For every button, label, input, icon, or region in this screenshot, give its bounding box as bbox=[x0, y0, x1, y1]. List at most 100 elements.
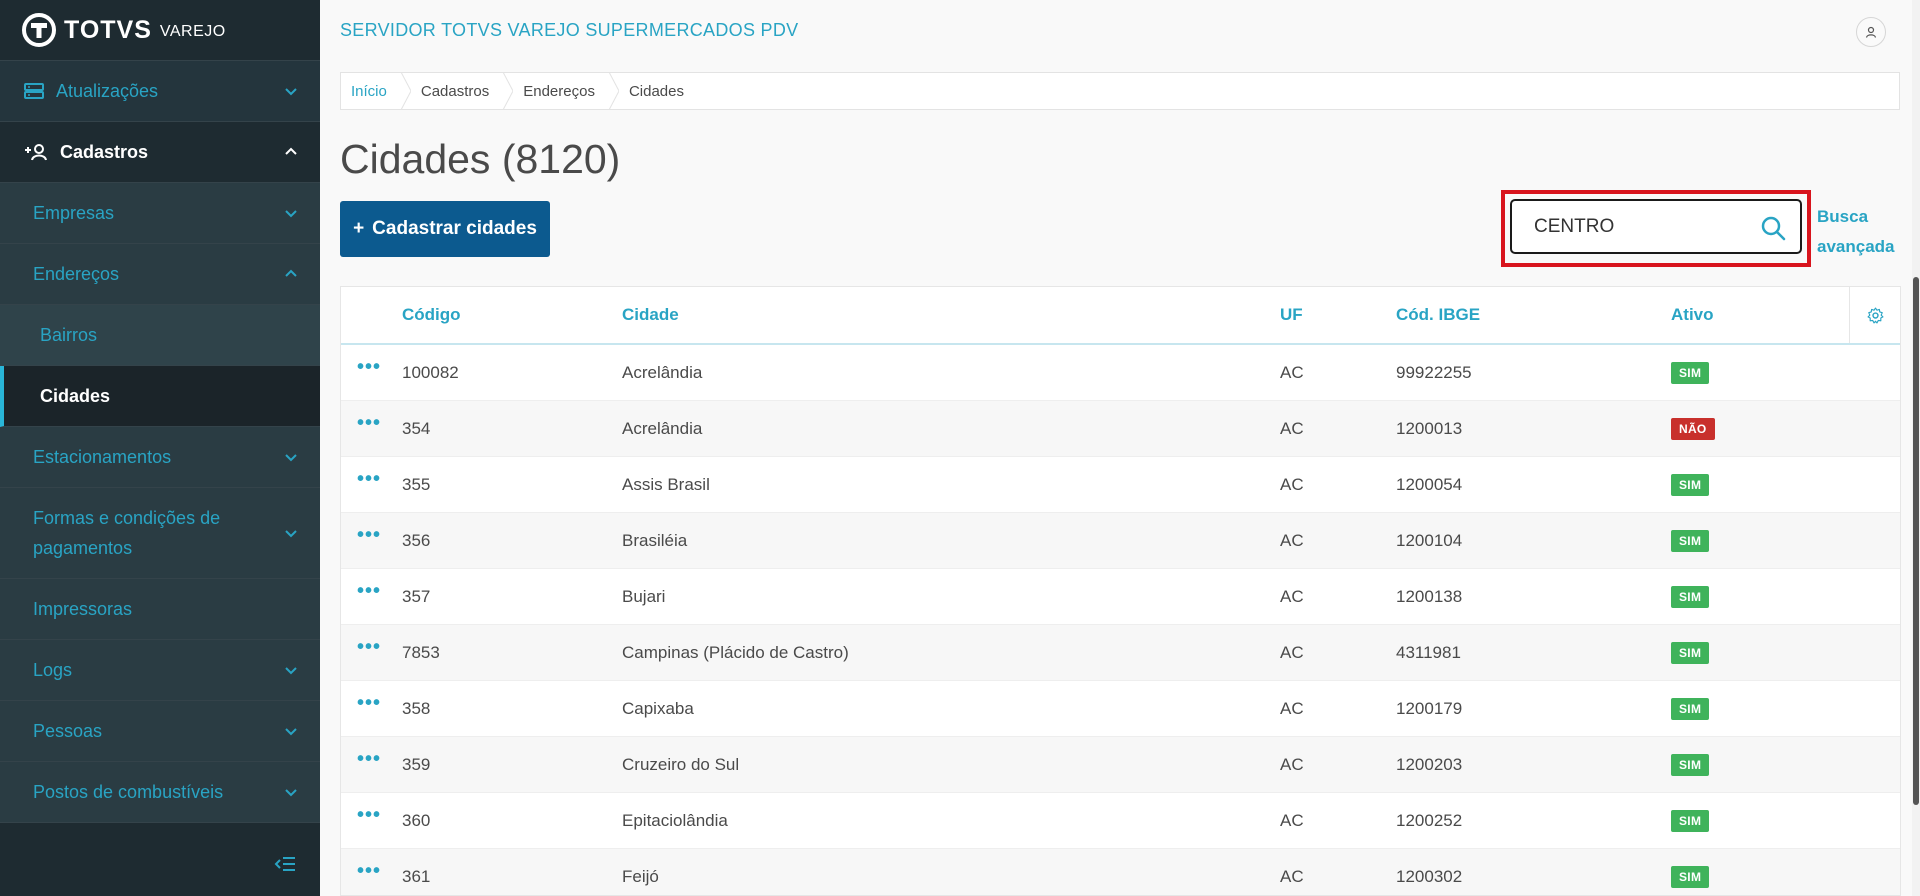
page-title: Cidades (8120) bbox=[340, 136, 621, 182]
cell-code: 357 bbox=[402, 586, 431, 606]
row-actions-icon[interactable]: ••• bbox=[341, 692, 381, 714]
plus-icon: + bbox=[353, 218, 365, 239]
cell-city: Campinas (Plácido de Castro) bbox=[622, 642, 849, 662]
chevron-down-icon bbox=[285, 210, 297, 218]
sidebar-item-label: Estacionamentos bbox=[33, 446, 172, 467]
cell-uf: AC bbox=[1280, 866, 1304, 886]
table-row[interactable]: ••• 357 Bujari AC 1200138 SIM bbox=[341, 569, 1900, 625]
sidebar-item-label: Logs bbox=[33, 659, 73, 680]
sidebar-item-pessoas[interactable]: Pessoas bbox=[0, 701, 320, 762]
breadcrumb-cidades: Cidades bbox=[628, 82, 684, 100]
chevron-down-icon bbox=[285, 530, 297, 538]
status-badge: NÃO bbox=[1671, 417, 1715, 440]
status-badge: SIM bbox=[1671, 585, 1710, 608]
cell-city: Brasiléia bbox=[622, 530, 688, 550]
sidebar-item-atualizacoes[interactable]: Atualizações bbox=[0, 61, 320, 122]
status-badge: SIM bbox=[1671, 529, 1710, 552]
sidebar-item-empresas[interactable]: Empresas bbox=[0, 183, 320, 244]
sidebar-item-label: Pessoas bbox=[33, 720, 103, 741]
logo[interactable]: TOTVS VAREJO bbox=[0, 0, 320, 61]
cell-ibge: 1200138 bbox=[1396, 586, 1463, 606]
header-ibge[interactable]: Cód. IBGE bbox=[1396, 305, 1671, 325]
breadcrumb-cadastros[interactable]: Cadastros bbox=[411, 73, 503, 109]
search-icon[interactable] bbox=[1760, 215, 1786, 241]
sidebar-item-label: Cadastros bbox=[60, 141, 149, 162]
cell-ibge: 1200302 bbox=[1396, 866, 1463, 886]
sidebar-item-label: Formas e condições de pagamentos bbox=[33, 508, 221, 558]
header-city[interactable]: Cidade bbox=[622, 305, 1280, 325]
cell-ibge: 99922255 bbox=[1396, 362, 1472, 382]
header-uf[interactable]: UF bbox=[1280, 305, 1396, 325]
scrollbar-thumb[interactable] bbox=[1913, 277, 1919, 805]
cell-ibge: 4311981 bbox=[1396, 642, 1461, 662]
breadcrumb-inicio[interactable]: Início bbox=[341, 73, 401, 109]
cell-ibge: 1200013 bbox=[1396, 418, 1463, 438]
top-bar: SERVIDOR TOTVS VAREJO SUPERMERCADOS PDV bbox=[320, 0, 1920, 62]
sidebar-item-postos[interactable]: Postos de combustíveis bbox=[0, 762, 320, 823]
sidebar-item-bairros[interactable]: Bairros bbox=[0, 305, 320, 366]
sidebar: TOTVS VAREJO Atualizações Cadastros Empr… bbox=[0, 0, 320, 896]
status-badge: SIM bbox=[1671, 641, 1710, 664]
table-row[interactable]: ••• 359 Cruzeiro do Sul AC 1200203 SIM bbox=[341, 737, 1900, 793]
cell-uf: AC bbox=[1280, 754, 1304, 774]
brand-sub: VAREJO bbox=[159, 23, 226, 40]
cities-table: Código Cidade UF Cód. IBGE Ativo ••• 1000… bbox=[340, 286, 1901, 896]
header-code[interactable]: Código bbox=[402, 305, 622, 325]
avatar[interactable] bbox=[1856, 17, 1886, 47]
table-row[interactable]: ••• 358 Capixaba AC 1200179 SIM bbox=[341, 681, 1900, 737]
sidebar-item-estacionamentos[interactable]: Estacionamentos bbox=[0, 427, 320, 488]
chevron-down-icon bbox=[285, 667, 297, 675]
sidebar-item-cidades[interactable]: Cidades bbox=[0, 366, 320, 427]
advanced-search-link[interactable]: Busca avançada bbox=[1817, 202, 1907, 262]
status-badge: SIM bbox=[1671, 697, 1710, 720]
cell-ibge: 1200179 bbox=[1396, 698, 1463, 718]
row-actions-icon[interactable]: ••• bbox=[341, 580, 381, 602]
add-city-button[interactable]: + Cadastrar cidades bbox=[340, 201, 550, 257]
user-icon bbox=[1865, 26, 1877, 38]
breadcrumb-separator bbox=[608, 72, 619, 110]
search-input[interactable] bbox=[1532, 214, 1746, 239]
chevron-up-icon bbox=[285, 147, 297, 155]
cell-city: Bujari bbox=[622, 586, 666, 606]
breadcrumb-enderecos[interactable]: Endereços bbox=[513, 73, 609, 109]
cell-uf: AC bbox=[1280, 642, 1304, 662]
row-actions-icon[interactable]: ••• bbox=[341, 804, 381, 826]
status-badge: SIM bbox=[1671, 361, 1710, 384]
cell-city: Assis Brasil bbox=[622, 474, 710, 494]
sidebar-item-label: Postos de combustíveis bbox=[33, 781, 224, 802]
sidebar-item-impressoras[interactable]: Impressoras bbox=[0, 579, 320, 640]
row-actions-icon[interactable]: ••• bbox=[341, 412, 381, 434]
sidebar-item-formas-pagamento[interactable]: Formas e condições de pagamentos bbox=[0, 488, 320, 579]
row-actions-icon[interactable]: ••• bbox=[341, 860, 381, 882]
cell-uf: AC bbox=[1280, 418, 1304, 438]
table-row[interactable]: ••• 100082 Acrelândia AC 99922255 SIM bbox=[341, 345, 1900, 401]
cell-uf: AC bbox=[1280, 810, 1304, 830]
cell-ibge: 1200203 bbox=[1396, 754, 1463, 774]
cell-code: 358 bbox=[402, 698, 431, 718]
row-actions-icon[interactable]: ••• bbox=[341, 524, 381, 546]
cell-city: Feijó bbox=[622, 866, 659, 886]
sidebar-item-cadastros[interactable]: Cadastros bbox=[0, 122, 320, 183]
table-row[interactable]: ••• 356 Brasiléia AC 1200104 SIM bbox=[341, 513, 1900, 569]
cell-uf: AC bbox=[1280, 362, 1304, 382]
breadcrumb-separator bbox=[503, 72, 514, 110]
table-settings-button[interactable] bbox=[1849, 287, 1900, 343]
breadcrumb-separator bbox=[400, 72, 411, 110]
sidebar-item-enderecos[interactable]: Endereços bbox=[0, 244, 320, 305]
main-content: SERVIDOR TOTVS VAREJO SUPERMERCADOS PDV … bbox=[320, 0, 1920, 896]
row-actions-icon[interactable]: ••• bbox=[341, 636, 381, 658]
table-row[interactable]: ••• 360 Epitaciolândia AC 1200252 SIM bbox=[341, 793, 1900, 849]
table-row[interactable]: ••• 361 Feijó AC 1200302 SIM bbox=[341, 849, 1900, 895]
sidebar-item-logs[interactable]: Logs bbox=[0, 640, 320, 701]
add-user-icon bbox=[25, 144, 47, 161]
table-row[interactable]: ••• 354 Acrelândia AC 1200013 NÃO bbox=[341, 401, 1900, 457]
table-row[interactable]: ••• 355 Assis Brasil AC 1200054 SIM bbox=[341, 457, 1900, 513]
collapse-menu-button[interactable] bbox=[0, 832, 320, 896]
status-badge: SIM bbox=[1671, 865, 1710, 888]
row-actions-icon[interactable]: ••• bbox=[341, 356, 381, 378]
table-row[interactable]: ••• 7853 Campinas (Plácido de Castro) AC 431… bbox=[341, 625, 1900, 681]
cell-ibge: 1200104 bbox=[1396, 530, 1463, 550]
row-actions-icon[interactable]: ••• bbox=[341, 748, 381, 770]
header-active[interactable]: Ativo bbox=[1671, 305, 1841, 325]
row-actions-icon[interactable]: ••• bbox=[341, 468, 381, 490]
